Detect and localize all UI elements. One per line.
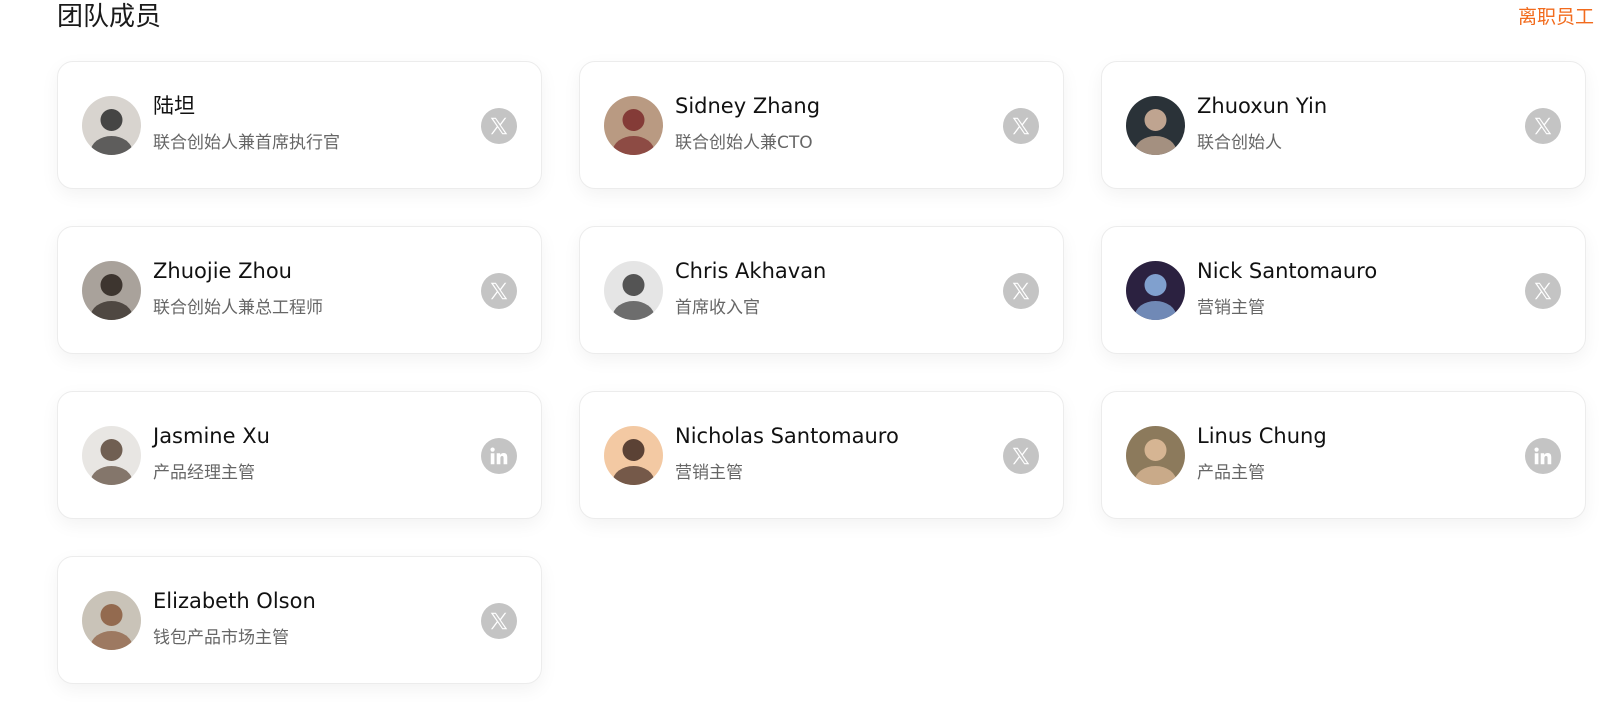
member-role: 首席收入官 [675,298,760,318]
member-card: Zhuoxun Yin 联合创始人 [1101,61,1586,189]
member-info: Elizabeth Olson 钱包产品市场主管 [153,587,316,649]
member-name: Jasmine Xu [153,424,270,448]
linkedin-link-button[interactable] [1525,438,1561,474]
avatar [82,426,141,485]
x-icon [488,115,510,137]
member-role: 联合创始人兼总工程师 [153,298,323,318]
member-role: 联合创始人 [1197,133,1282,153]
member-name: Chris Akhavan [675,259,827,283]
member-info: Zhuoxun Yin 联合创始人 [1197,92,1327,154]
member-card: Nick Santomauro 营销主管 [1101,226,1586,354]
x-link-button[interactable] [481,273,517,309]
linkedin-icon [1532,445,1554,467]
member-role: 联合创始人兼CTO [675,133,813,153]
avatar [82,96,141,155]
x-icon [1532,280,1554,302]
member-name: Sidney Zhang [675,94,821,118]
x-link-button[interactable] [481,108,517,144]
avatar [604,261,663,320]
member-role: 产品主管 [1197,463,1265,483]
x-icon [1010,115,1032,137]
member-role: 产品经理主管 [153,463,255,483]
x-link-button[interactable] [1525,108,1561,144]
avatar [82,261,141,320]
member-role: 营销主管 [675,463,743,483]
team-grid: 陆坦联合创始人兼首席执行官 Sidney Zhang 联合创始人兼CTO Zhuoxu… [57,61,1587,684]
member-card: Sidney Zhang 联合创始人兼CTO [579,61,1064,189]
member-info: Zhuojie Zhou 联合创始人兼总工程师 [153,257,323,319]
x-icon [1010,280,1032,302]
avatar [604,426,663,485]
x-icon [488,280,510,302]
former-employees-link[interactable]: 离职员工 [1518,4,1594,30]
member-info: Nicholas Santomauro 营销主管 [675,422,899,484]
x-icon [1532,115,1554,137]
member-card: Jasmine Xu 产品经理主管 [57,391,542,519]
member-role: 联合创始人兼首席执行官 [153,133,340,153]
member-card: Elizabeth Olson 钱包产品市场主管 [57,556,542,684]
avatar [604,96,663,155]
member-card: Nicholas Santomauro 营销主管 [579,391,1064,519]
member-name: Nicholas Santomauro [675,424,899,448]
member-card: Zhuojie Zhou 联合创始人兼总工程师 [57,226,542,354]
member-name: Elizabeth Olson [153,589,316,613]
member-info: Jasmine Xu 产品经理主管 [153,422,270,484]
x-link-button[interactable] [1003,108,1039,144]
avatar [1126,426,1185,485]
member-name: 陆坦 [153,94,195,118]
linkedin-link-button[interactable] [481,438,517,474]
member-info: 陆坦联合创始人兼首席执行官 [153,92,340,154]
avatar [1126,96,1185,155]
member-name: Nick Santomauro [1197,259,1378,283]
x-icon [1010,445,1032,467]
member-role: 营销主管 [1197,298,1265,318]
linkedin-icon [488,445,510,467]
x-link-button[interactable] [1003,273,1039,309]
member-name: Linus Chung [1197,424,1327,448]
x-icon [488,610,510,632]
section-title: 团队成员 [57,2,162,32]
member-info: Chris Akhavan 首席收入官 [675,257,826,319]
member-card: 陆坦联合创始人兼首席执行官 [57,61,542,189]
member-info: Sidney Zhang 联合创始人兼CTO [675,92,820,154]
x-link-button[interactable] [1003,438,1039,474]
member-card: Chris Akhavan 首席收入官 [579,226,1064,354]
avatar [1126,261,1185,320]
member-info: Linus Chung 产品主管 [1197,422,1327,484]
x-link-button[interactable] [1525,273,1561,309]
avatar [82,591,141,650]
member-card: Linus Chung 产品主管 [1101,391,1586,519]
member-info: Nick Santomauro 营销主管 [1197,257,1377,319]
member-name: Zhuoxun Yin [1197,94,1328,118]
x-link-button[interactable] [481,603,517,639]
member-name: Zhuojie Zhou [153,259,292,283]
member-role: 钱包产品市场主管 [153,628,289,648]
